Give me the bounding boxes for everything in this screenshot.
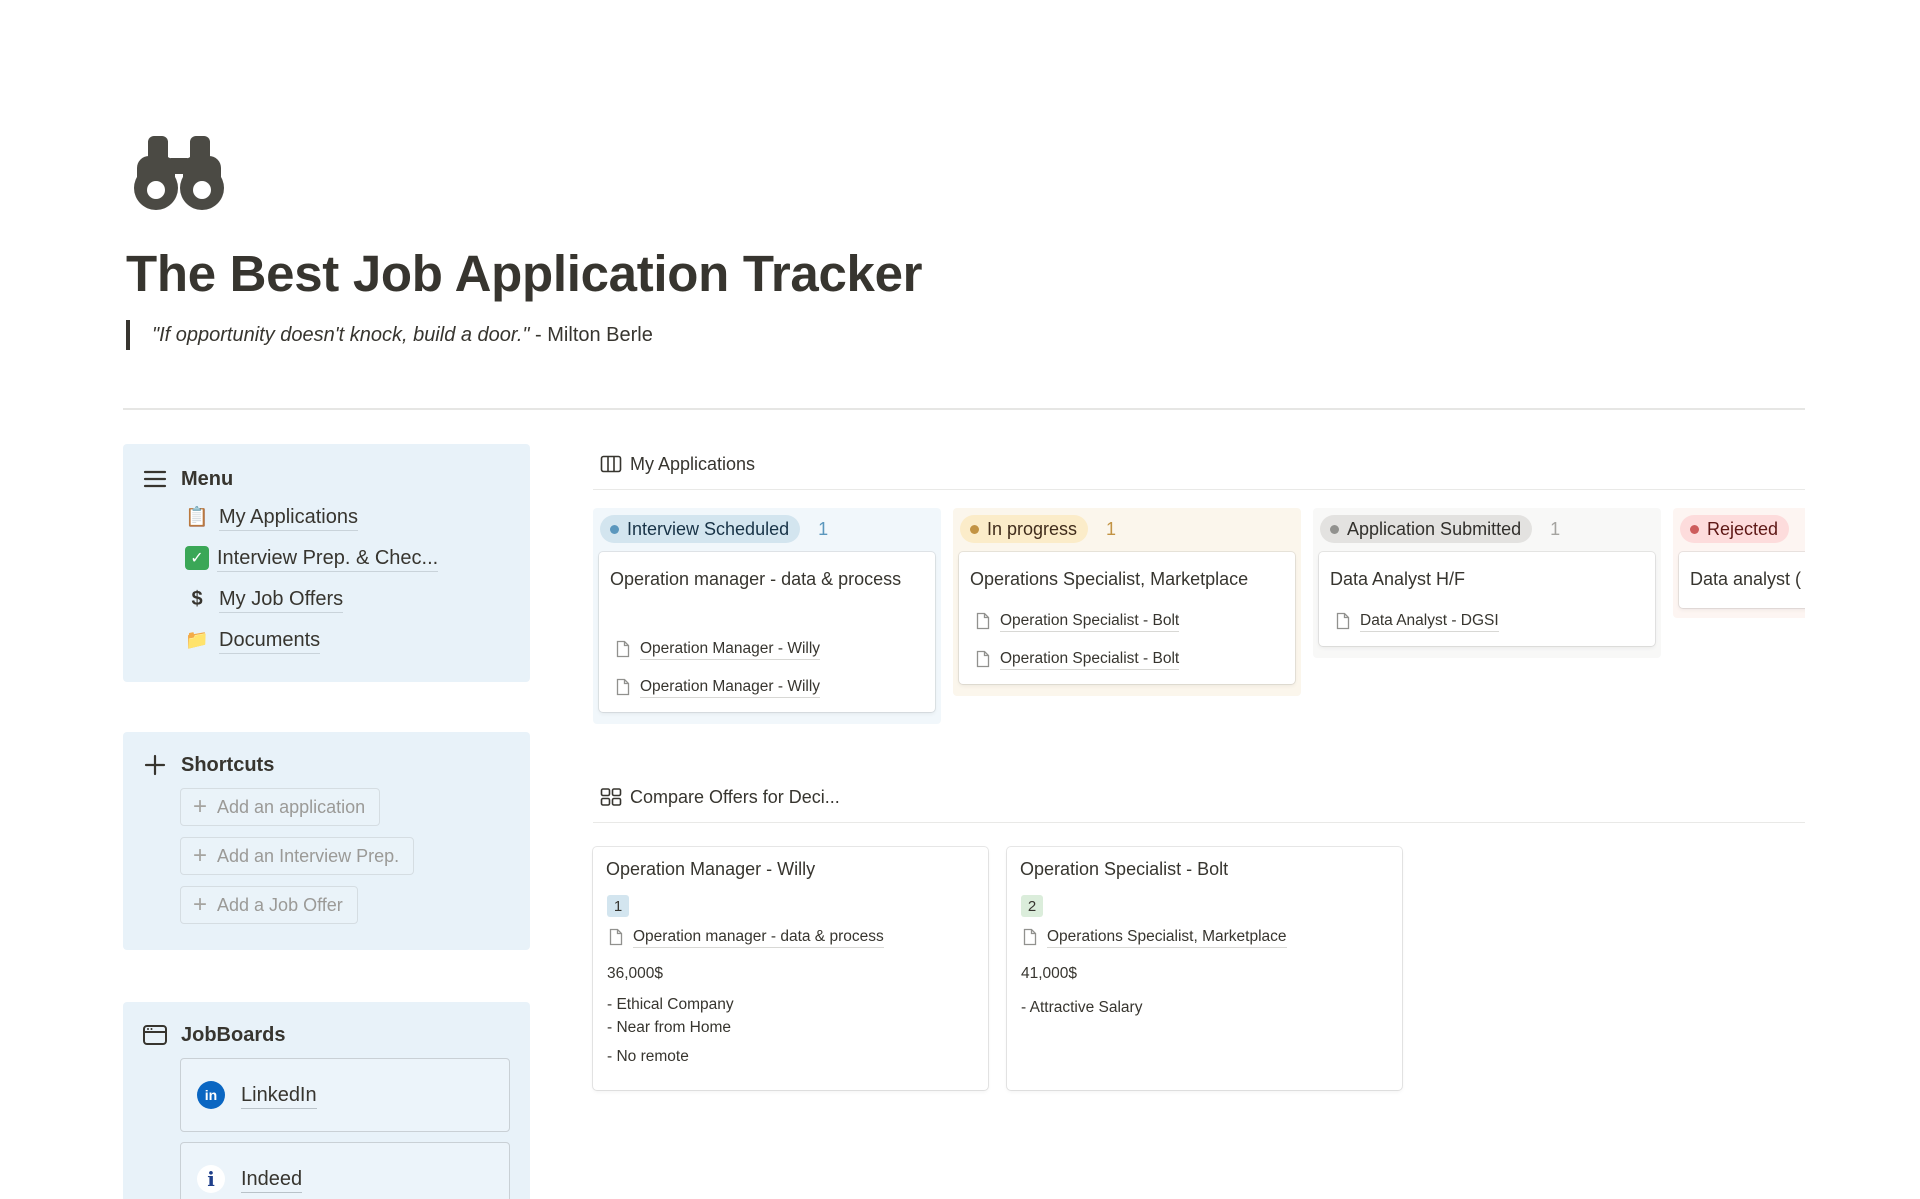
board-column-in-progress: In progress 1 Operations Specialist, Mar…	[953, 508, 1301, 696]
page-icon	[616, 678, 630, 696]
application-card[interactable]: Operation manager - data & process Opera…	[599, 552, 935, 712]
pro-item: - Near from Home	[607, 1019, 732, 1036]
add-interview-prep-button[interactable]: + Add an Interview Prep.	[180, 837, 415, 875]
card-title: Operation manager - data & process	[610, 569, 902, 589]
page-icon	[976, 650, 990, 668]
jobboards-label: JobBoards	[181, 1023, 286, 1046]
plus-icon	[141, 751, 169, 779]
menu-item-my-applications[interactable]: 📋 My Applications	[185, 502, 358, 532]
con-item: - No remote	[607, 1048, 689, 1065]
offer-card[interactable]: Operation Specialist - Bolt 2 Operations…	[1007, 847, 1402, 1090]
menu-callout: Menu 📋 My Applications ✓ Interview Prep.…	[123, 444, 530, 682]
status-dot	[1330, 524, 1339, 534]
add-job-offer-button[interactable]: + Add a Job Offer	[180, 886, 358, 924]
clipboard-icon: 📋	[185, 507, 209, 528]
my-applications-header[interactable]: My Applications	[600, 449, 755, 479]
add-application-button[interactable]: + Add an application	[180, 788, 381, 826]
status-dot	[1690, 524, 1699, 534]
shortcuts-callout: Shortcuts + Add an application + Add an In…	[123, 732, 530, 950]
page-title: The Best Job Application Tracker	[126, 245, 923, 302]
relation-link[interactable]: Operation manager - data & process	[608, 925, 884, 949]
card-title: Operations Specialist, Marketplace	[970, 569, 1249, 589]
page-icon	[616, 640, 630, 658]
application-card[interactable]: Operations Specialist, Marketplace Opera…	[959, 552, 1295, 684]
page-icon	[1336, 612, 1350, 630]
relation-link[interactable]: Operations Specialist, Marketplace	[1022, 925, 1287, 949]
relation-link[interactable]: Operation Manager - Willy	[615, 675, 821, 699]
board-view-icon	[600, 453, 622, 475]
check-mark-icon: ✓	[185, 546, 209, 570]
status-pill[interactable]: Rejected	[1680, 515, 1790, 543]
application-card[interactable]: Data analyst (	[1679, 552, 1805, 608]
card-title: Data Analyst H/F	[1330, 569, 1466, 589]
status-pill[interactable]: In progress	[960, 515, 1089, 543]
dollar-icon: $	[191, 587, 203, 610]
plus-icon: +	[193, 793, 208, 820]
page-icon	[609, 928, 623, 946]
divider	[123, 408, 1805, 410]
rank-badge: 1	[607, 895, 629, 917]
jobboards-callout: JobBoards in LinkedIn i Indeed	[123, 1002, 530, 1199]
compare-offers-header[interactable]: Compare Offers for Deci...	[600, 782, 840, 812]
board-column-application-submitted: Application Submitted 1 Data Analyst H/F…	[1313, 508, 1661, 658]
board-column-interview-scheduled: Interview Scheduled 1 Operation manager …	[593, 508, 941, 724]
relation-link[interactable]: Operation Manager - Willy	[615, 637, 821, 661]
column-count: 1	[1550, 518, 1561, 539]
column-count: 1	[1106, 518, 1117, 539]
page-icon	[976, 612, 990, 630]
quote-text: "If opportunity doesn't knock, build a d…	[152, 324, 530, 346]
relation-link[interactable]: Operation Specialist - Bolt	[975, 647, 1180, 671]
card-title: Operation Manager - Willy	[606, 859, 816, 879]
gallery-view-icon	[600, 786, 622, 808]
card-title: Data analyst (	[1690, 569, 1802, 589]
browser-window-icon	[141, 1021, 169, 1049]
board-column-rejected: Rejected Data analyst (	[1673, 508, 1805, 618]
section-divider	[593, 822, 1805, 823]
offer-card[interactable]: Operation Manager - Willy 1 Operation ma…	[593, 847, 988, 1090]
salary: 36,000$	[607, 965, 664, 982]
status-dot	[610, 524, 619, 534]
hamburger-icon	[141, 465, 169, 493]
plus-icon: +	[193, 842, 208, 869]
salary: 41,000$	[1021, 965, 1078, 982]
card-title: Operation Specialist - Bolt	[1020, 859, 1229, 879]
relation-link[interactable]: Data Analyst - DGSI	[1335, 609, 1499, 633]
status-pill[interactable]: Application Submitted	[1320, 515, 1533, 543]
jobboard-linkedin[interactable]: in LinkedIn	[180, 1058, 510, 1132]
plus-icon: +	[193, 891, 208, 918]
section-divider	[593, 489, 1805, 490]
application-card[interactable]: Data Analyst H/F Data Analyst - DGSI	[1319, 552, 1655, 646]
menu-item-documents[interactable]: 📁 Documents	[185, 625, 321, 655]
menu-label: Menu	[181, 467, 234, 490]
shortcuts-label: Shortcuts	[181, 753, 275, 776]
relation-link[interactable]: Operation Specialist - Bolt	[975, 609, 1180, 633]
pro-item: - Attractive Salary	[1021, 999, 1143, 1016]
pro-item: - Ethical Company	[607, 996, 734, 1013]
menu-item-interview-prep[interactable]: ✓ Interview Prep. & Chec...	[185, 543, 439, 573]
page-icon	[1023, 928, 1037, 946]
quote-author: - Milton Berle	[529, 324, 653, 346]
menu-item-my-job-offers[interactable]: $ My Job Offers	[185, 584, 344, 614]
kanban-board: Interview Scheduled 1 Operation manager …	[593, 508, 1805, 738]
indeed-icon: i	[197, 1165, 225, 1193]
status-dot	[970, 524, 979, 534]
folder-icon: 📁	[185, 630, 209, 651]
linkedin-icon: in	[197, 1081, 225, 1109]
status-pill[interactable]: Interview Scheduled	[600, 515, 801, 543]
page-quote: "If opportunity doesn't knock, build a d…	[126, 320, 653, 350]
rank-badge: 2	[1021, 895, 1043, 917]
jobboard-indeed[interactable]: i Indeed	[180, 1142, 510, 1199]
binoculars-icon	[134, 132, 224, 212]
column-count: 1	[818, 518, 829, 539]
